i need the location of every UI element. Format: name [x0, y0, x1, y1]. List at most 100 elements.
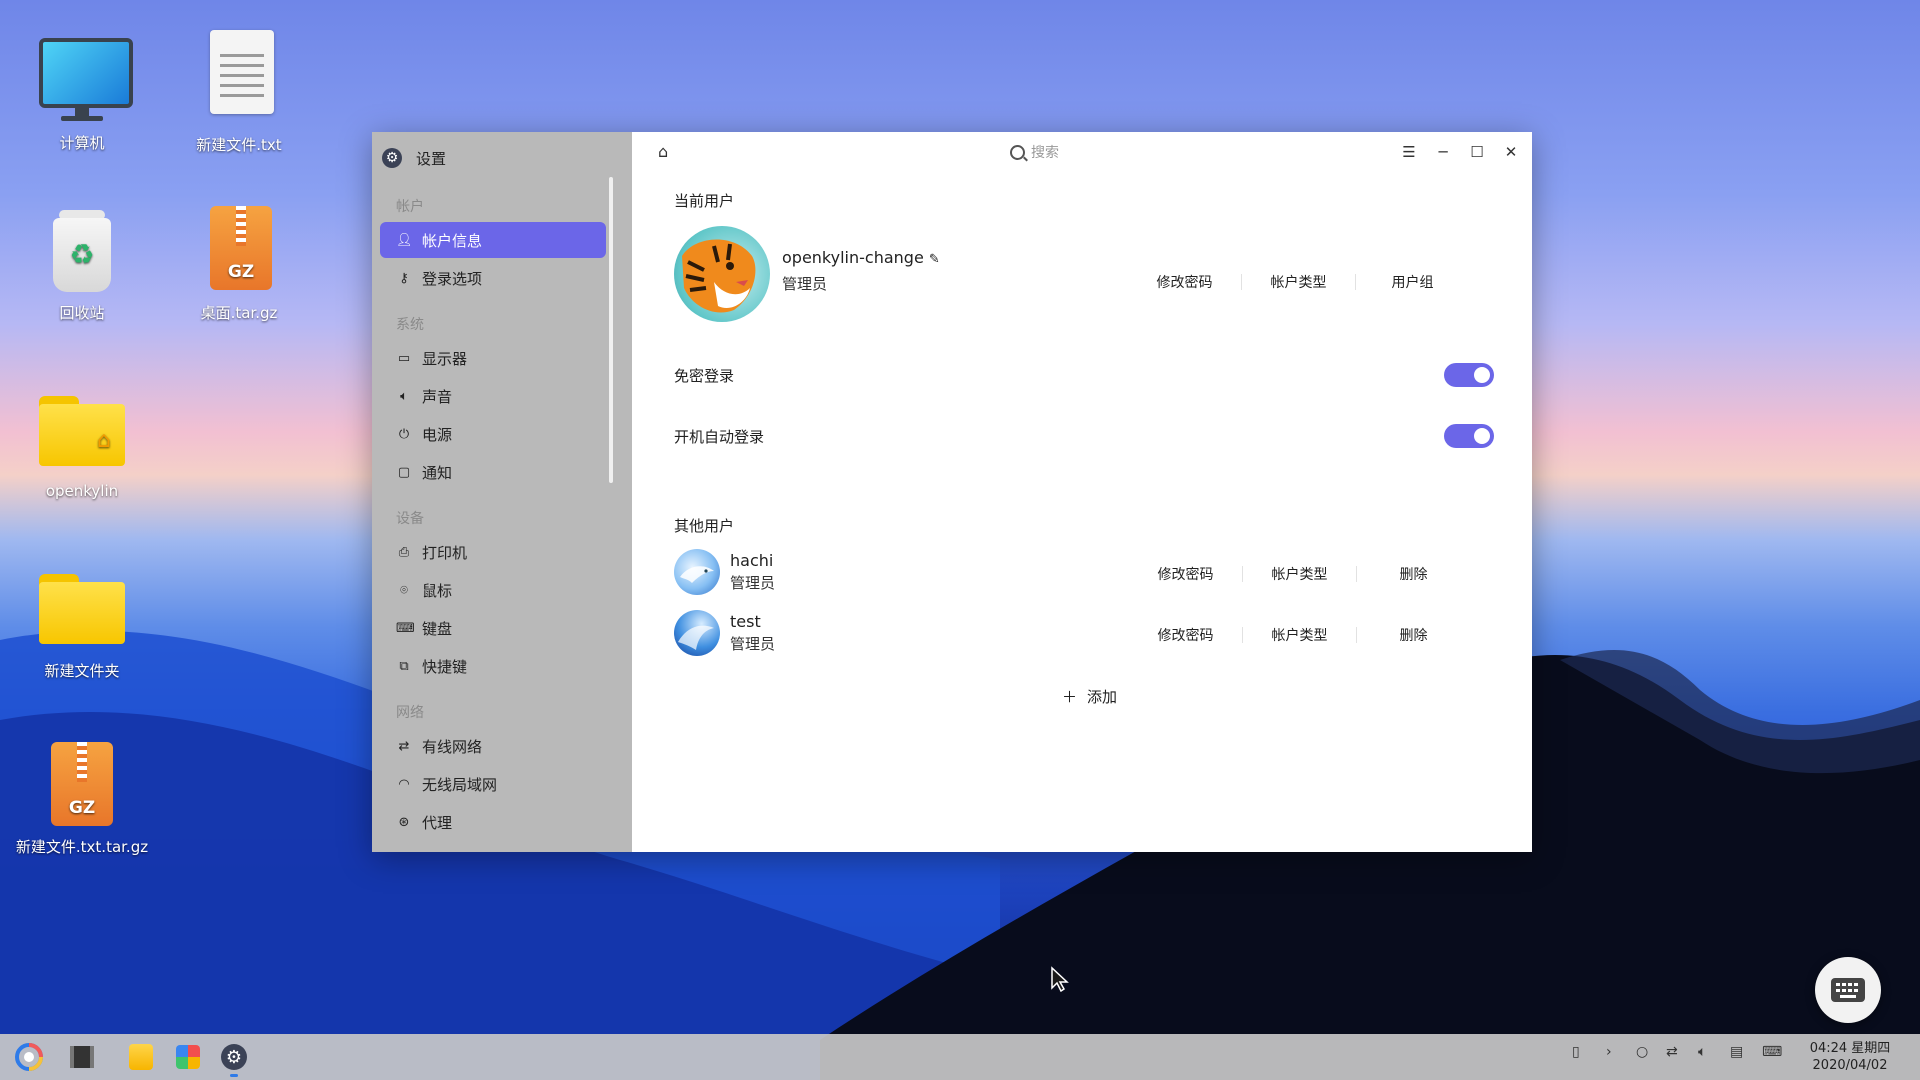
sidebar-item-label: 无线局域网: [422, 775, 498, 794]
start-menu-button[interactable]: [14, 1042, 44, 1072]
change-password-button[interactable]: 修改密码: [1128, 272, 1241, 292]
avatar[interactable]: [674, 610, 720, 656]
tray-search-button[interactable]: ○: [1636, 1044, 1648, 1060]
multitask-view-button[interactable]: [67, 1042, 97, 1072]
toggle-knob: [1474, 367, 1490, 383]
sidebar-item-notifications[interactable]: ▢ 通知: [380, 454, 606, 490]
home-button[interactable]: ⌂: [658, 142, 668, 161]
avatar[interactable]: [674, 226, 770, 322]
close-icon: ✕: [1504, 143, 1518, 161]
file-manager-button[interactable]: [126, 1042, 156, 1072]
sidebar-item-shortcuts[interactable]: ⧉ 快捷键: [380, 648, 606, 684]
user-actions: 修改密码 帐户类型 删除: [1129, 625, 1470, 645]
menu-button[interactable]: ☰: [1398, 138, 1420, 166]
sidebar-item-display[interactable]: ▭ 显示器: [380, 340, 606, 376]
user-name: hachi: [730, 551, 774, 570]
auto-login-toggle[interactable]: [1444, 424, 1494, 448]
user-role: 管理员: [730, 635, 776, 653]
sidebar-item-power[interactable]: ⏻ 电源: [380, 416, 606, 452]
pencil-icon: ✎: [928, 252, 940, 267]
tray-expand-button[interactable]: ›: [1606, 1044, 1612, 1060]
search-placeholder: 搜索: [1031, 145, 1059, 161]
sidebar-group-devices: 设备: [396, 511, 424, 527]
account-type-button[interactable]: 帐户类型: [1242, 272, 1355, 292]
edit-name-button[interactable]: ✎: [929, 252, 940, 267]
tray-volume-button[interactable]: 🔈︎: [1698, 1044, 1706, 1060]
desktop-icon-home-folder[interactable]: ⌂ openkylin: [7, 392, 157, 500]
tray-input-method-button[interactable]: ▤: [1730, 1044, 1743, 1060]
app-store-button[interactable]: [173, 1042, 203, 1072]
current-user-title: 当前用户: [674, 192, 735, 210]
settings-app-icon: ⚙: [382, 148, 402, 168]
delete-user-button[interactable]: 删除: [1357, 625, 1470, 645]
dolphin-avatar-icon: [680, 566, 714, 583]
search-input[interactable]: 搜索: [1010, 140, 1150, 164]
toggle-knob: [1474, 428, 1490, 444]
sidebar-item-mouse[interactable]: ⌾ 鼠标: [380, 572, 606, 608]
recycle-bin-icon: ♻: [37, 206, 127, 296]
text-file-icon: [194, 28, 284, 128]
sidebar-item-printer[interactable]: ⎙ 打印机: [380, 534, 606, 570]
sidebar-item-label: 快捷键: [422, 657, 468, 676]
delete-user-button[interactable]: 删除: [1357, 564, 1470, 584]
user-group-button[interactable]: 用户组: [1356, 272, 1469, 292]
sidebar-item-account-info[interactable]: 👤︎ 帐户信息: [380, 222, 606, 258]
multitask-icon: [70, 1046, 94, 1068]
app-title: 设置: [416, 149, 447, 168]
passwordless-login-toggle[interactable]: [1444, 363, 1494, 387]
desktop-icon-label: 计算机: [59, 134, 105, 152]
sidebar-item-sound[interactable]: 🔈︎ 声音: [380, 378, 606, 414]
desktop-icon-archive-txt[interactable]: GZ 新建文件.txt.tar.gz: [7, 740, 157, 857]
avatar[interactable]: [674, 549, 720, 595]
sidebar-item-label: 有线网络: [422, 737, 483, 756]
desktop-icon-text-file[interactable]: 新建文件.txt: [164, 28, 314, 155]
minimize-button[interactable]: ─: [1432, 138, 1454, 166]
desktop-icon-computer[interactable]: 计算机: [7, 36, 157, 153]
change-password-button[interactable]: 修改密码: [1129, 564, 1242, 584]
sidebar-scrollbar[interactable]: [609, 177, 613, 483]
account-type-button[interactable]: 帐户类型: [1243, 564, 1356, 584]
tray-network-button[interactable]: ⇄: [1666, 1044, 1678, 1060]
desktop-icon-label: 桌面.tar.gz: [200, 304, 278, 322]
sidebar-item-wifi[interactable]: ◠ 无线局域网: [380, 766, 606, 802]
sidebar-group-accounts: 帐户: [396, 199, 424, 215]
tray-clipboard-button[interactable]: ▯: [1572, 1044, 1580, 1060]
current-user-name: openkylin-change: [782, 248, 924, 267]
current-user-row: openkylin-change ✎ 管理员: [674, 226, 940, 322]
close-button[interactable]: ✕: [1500, 138, 1522, 166]
desktop-icon-new-folder[interactable]: 新建文件夹: [7, 570, 157, 681]
sidebar-item-keyboard[interactable]: ⌨ 键盘: [380, 610, 606, 646]
other-users-title: 其他用户: [674, 517, 735, 535]
account-type-button[interactable]: 帐户类型: [1243, 625, 1356, 645]
settings-sidebar: ⚙ 设置 帐户 👤︎ 帐户信息 ⚷ 登录选项 系统 ▭ 显示器 🔈︎ 声音 ⏻ …: [372, 132, 632, 852]
maximize-button[interactable]: ☐: [1466, 138, 1488, 166]
change-password-button[interactable]: 修改密码: [1129, 625, 1242, 645]
sidebar-item-proxy[interactable]: ⊛ 代理: [380, 804, 606, 840]
minimize-icon: ─: [1438, 143, 1448, 161]
desktop-icon-label: 新建文件.txt.tar.gz: [15, 838, 149, 856]
desktop-icon-archive-desktop[interactable]: GZ 桌面.tar.gz: [164, 206, 314, 323]
on-screen-keyboard-button[interactable]: [1815, 957, 1881, 1023]
tray-keyboard-button[interactable]: ⌨: [1762, 1044, 1782, 1060]
archive-icon: GZ: [37, 740, 127, 830]
settings-window: ⚙ 设置 帐户 👤︎ 帐户信息 ⚷ 登录选项 系统 ▭ 显示器 🔈︎ 声音 ⏻ …: [372, 132, 1532, 852]
home-icon: ⌂: [658, 142, 669, 161]
clipboard-icon: ▯: [1572, 1044, 1580, 1060]
current-user-role: 管理员: [782, 275, 828, 293]
mouse-icon: ⌾: [400, 582, 408, 598]
home-folder-icon: ⌂: [37, 392, 127, 476]
sidebar-item-login-options[interactable]: ⚷ 登录选项: [380, 260, 606, 296]
clock[interactable]: 04:24 星期四 2020/04/02: [1795, 1040, 1905, 1074]
chevron-right-icon: ›: [1606, 1044, 1612, 1060]
keyboard-icon: ⌨: [1762, 1044, 1783, 1060]
sidebar-item-label: 声音: [422, 387, 453, 406]
computer-icon: [37, 36, 133, 126]
desktop-icon-trash[interactable]: ♻ 回收站: [7, 206, 157, 323]
desktop-icon-label: openkylin: [45, 482, 119, 500]
sidebar-item-wired-network[interactable]: ⇄ 有线网络: [380, 728, 606, 764]
add-user-button[interactable]: ＋ 添加: [1062, 686, 1117, 707]
desktop-icon-label: 新建文件.txt: [196, 136, 282, 154]
settings-taskbar-button[interactable]: ⚙: [219, 1042, 249, 1077]
wave-avatar-icon: [678, 625, 714, 650]
shortcut-icon: ⧉: [399, 658, 409, 674]
